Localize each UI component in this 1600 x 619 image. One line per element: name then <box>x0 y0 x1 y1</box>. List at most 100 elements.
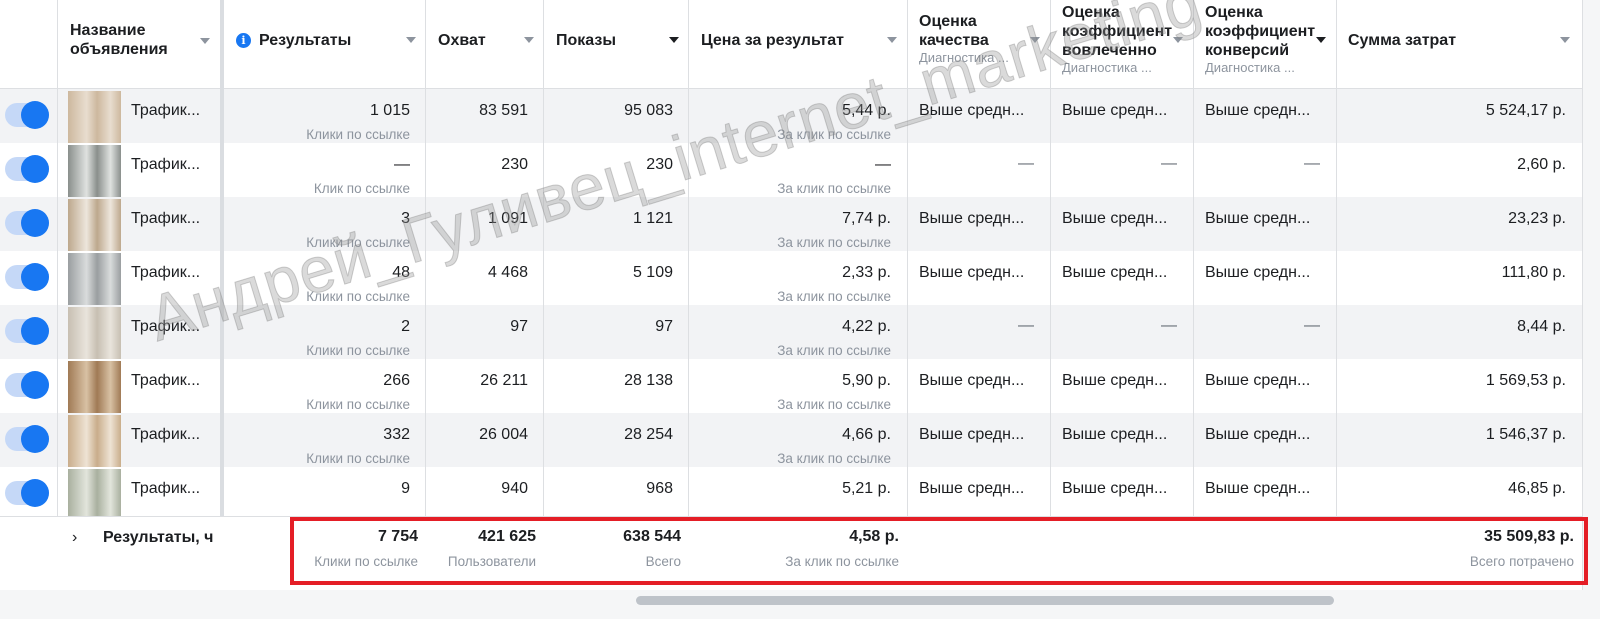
column-header-conversion-label: Оценка коэффициент конверсий <box>1205 4 1315 59</box>
ad-thumbnail[interactable] <box>68 199 121 251</box>
column-header-name[interactable]: Название объявления <box>58 0 220 88</box>
ad-status-toggle[interactable] <box>5 371 49 399</box>
toggle-knob <box>21 101 49 129</box>
cell-spend: 46,85 р. <box>1508 480 1566 497</box>
summary-spend-sub: Всего потрачено <box>1469 554 1574 569</box>
vertical-scrollbar[interactable] <box>1582 0 1600 590</box>
cpr-type: За клик по ссылке <box>777 397 891 412</box>
column-header-impressions[interactable]: Показы <box>544 0 689 88</box>
horizontal-scrollbar-thumb[interactable] <box>636 596 1334 605</box>
column-header-reach[interactable]: Охват <box>426 0 544 88</box>
table-row[interactable]: Трафик... 1 015 Клики по ссылке 83 591 95 08… <box>0 89 1600 143</box>
cell-spend: 1 569,53 р. <box>1485 372 1566 389</box>
ad-thumbnail[interactable] <box>68 469 121 521</box>
ad-name-link[interactable]: Трафик... <box>131 263 200 283</box>
summary-impressions-value: 638 544 <box>623 528 681 545</box>
column-header-spend[interactable]: Сумма затрат <box>1336 0 1580 88</box>
toggle-knob <box>21 479 49 507</box>
cpr-value: 5,44 р. <box>842 102 891 119</box>
ad-status-toggle[interactable] <box>5 209 49 237</box>
sort-chevron-icon[interactable] <box>524 37 534 43</box>
table-row[interactable]: Трафик... 48 Клики по ссылке 4 468 5 109 2,33… <box>0 251 1600 305</box>
cell-impressions: 5 109 <box>632 264 673 281</box>
cpr-type: За клик по ссылке <box>777 343 891 358</box>
table-row[interactable]: Трафик... 266 Клики по ссылке 26 211 28 138 5… <box>0 359 1600 413</box>
ad-thumbnail[interactable] <box>68 91 121 143</box>
table-header: Название объявления i Результаты Охват По… <box>0 0 1600 89</box>
column-divider <box>57 0 58 590</box>
cell-reach: 97 <box>510 318 528 335</box>
cell-cost-per-result: 4,66 р. За клик по ссылке <box>689 413 907 467</box>
ad-thumbnail[interactable] <box>68 415 121 467</box>
ad-name-link[interactable]: Трафик... <box>131 479 200 499</box>
cell-conversion: Выше средн... <box>1205 426 1311 443</box>
column-header-results[interactable]: i Результаты <box>224 0 426 88</box>
ad-status-toggle[interactable] <box>5 263 49 291</box>
cell-spend: 1 546,37 р. <box>1485 426 1566 443</box>
sort-chevron-icon[interactable] <box>1316 37 1326 43</box>
cell-reach: 26 211 <box>480 372 528 389</box>
cell-conversion: Выше средн... <box>1205 480 1311 497</box>
cell-quality: Выше средн... <box>919 264 1025 281</box>
column-header-reach-label: Охват <box>438 32 486 49</box>
ad-name-link[interactable]: Трафик... <box>131 371 200 391</box>
frozen-column-divider[interactable] <box>220 0 224 590</box>
info-icon[interactable]: i <box>236 33 251 48</box>
ad-name-link[interactable]: Трафик... <box>131 155 200 175</box>
table-row[interactable]: Трафик... 3 Клики по ссылке 1 091 1 121 7,74 … <box>0 197 1600 251</box>
table-row[interactable]: Трафик... 9 940 968 5,21 р. Выше средн... Выше… <box>0 467 1600 521</box>
sort-chevron-icon[interactable] <box>406 37 416 43</box>
sort-chevron-icon[interactable] <box>1173 37 1183 43</box>
results-value: 1 015 <box>369 102 410 119</box>
ad-status-toggle[interactable] <box>5 101 49 129</box>
ad-status-toggle[interactable] <box>5 479 49 507</box>
cell-engagement: Выше средн... <box>1062 210 1168 227</box>
cell-impressions: 968 <box>646 480 673 497</box>
cell-cost-per-result: 5,21 р. <box>689 467 907 521</box>
cell-results: 266 Клики по ссылке <box>224 359 426 413</box>
ad-thumbnail[interactable] <box>68 145 121 197</box>
table-row[interactable]: Трафик... 332 Клики по ссылке 26 004 28 254 4… <box>0 413 1600 467</box>
ad-thumbnail[interactable] <box>68 361 121 413</box>
summary-cpr-value: 4,58 р. <box>849 528 899 545</box>
cell-conversion: — <box>1304 317 1320 334</box>
ad-status-toggle[interactable] <box>5 317 49 345</box>
results-type: Клики по ссылке <box>306 235 410 250</box>
summary-label[interactable]: Результаты, ч <box>103 529 213 547</box>
results-value: 2 <box>401 318 410 335</box>
ad-name-link[interactable]: Трафик... <box>131 317 200 337</box>
summary-cpr: 4,58 р. За клик по ссылке <box>690 527 899 572</box>
sort-chevron-icon[interactable] <box>1560 37 1570 43</box>
ad-name-link[interactable]: Трафик... <box>131 425 200 445</box>
cell-reach: 230 <box>501 156 528 173</box>
expand-chevron-icon[interactable]: › <box>72 529 77 547</box>
sort-chevron-icon[interactable] <box>200 38 210 44</box>
sort-active-icon[interactable] <box>669 37 679 43</box>
cell-quality: Выше средн... <box>919 102 1025 119</box>
ad-status-toggle[interactable] <box>5 155 49 183</box>
column-header-quality[interactable]: Оценка качества Диагностика ... <box>907 0 1050 88</box>
column-header-impressions-label: Показы <box>556 32 616 49</box>
ad-thumbnail[interactable] <box>68 253 121 305</box>
summary-reach-value: 421 625 <box>478 528 536 545</box>
ad-name-link[interactable]: Трафик... <box>131 209 200 229</box>
toggle-knob <box>21 425 49 453</box>
table-row[interactable]: Трафик... 2 Клики по ссылке 97 97 4,22 р. За к… <box>0 305 1600 359</box>
cell-quality: — <box>1018 317 1034 334</box>
cpr-value: 2,33 р. <box>842 264 891 281</box>
column-header-name-label: Название объявления <box>70 22 168 58</box>
cell-reach: 4 468 <box>487 264 528 281</box>
cell-impressions: 230 <box>646 156 673 173</box>
table-row[interactable]: Трафик... — Клик по ссылке 230 230 — За клик п… <box>0 143 1600 197</box>
cpr-value: 5,90 р. <box>842 372 891 389</box>
sort-chevron-icon[interactable] <box>887 37 897 43</box>
column-header-cpr-label: Цена за результат <box>701 32 844 49</box>
cell-results: 3 Клики по ссылке <box>224 197 426 251</box>
ad-thumbnail[interactable] <box>68 307 121 359</box>
ad-name-link[interactable]: Трафик... <box>131 101 200 121</box>
column-header-conversion[interactable]: Оценка коэффициент конверсий Диагностика… <box>1193 0 1336 88</box>
column-header-cost-per-result[interactable]: Цена за результат <box>689 0 907 88</box>
sort-chevron-icon[interactable] <box>1030 37 1040 43</box>
ad-status-toggle[interactable] <box>5 425 49 453</box>
column-header-engagement[interactable]: Оценка коэффициент вовлеченно Диагностик… <box>1050 0 1193 88</box>
